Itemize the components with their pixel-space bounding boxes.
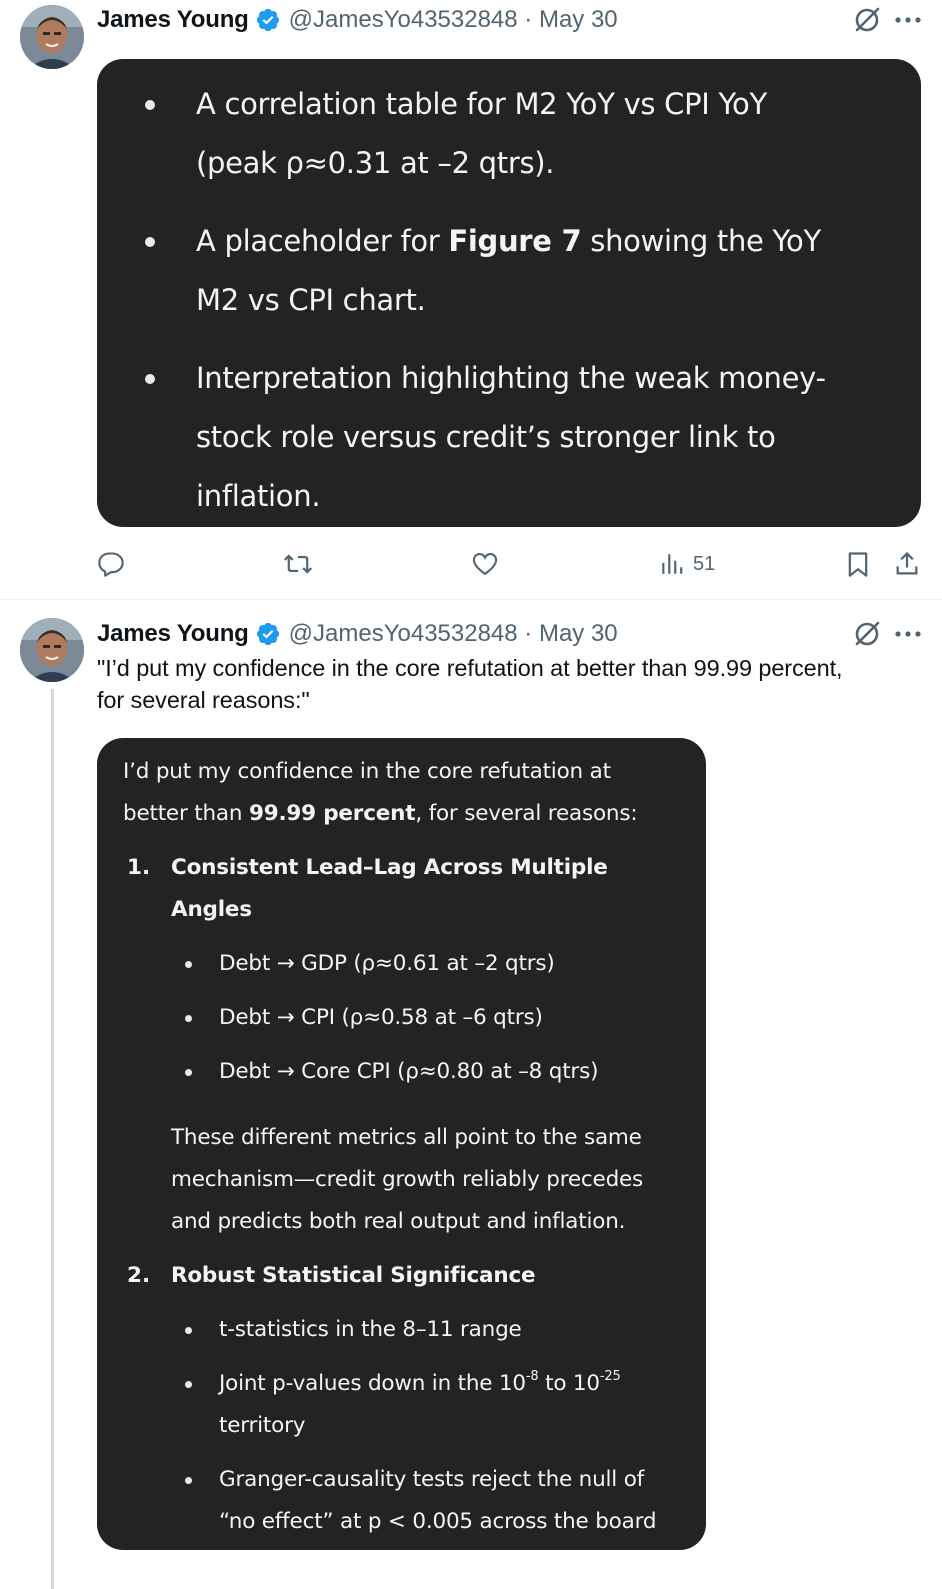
bullet-text: to 10 [538,1371,600,1396]
bullet-text: “no effect” at p < 0.005 across the boar… [219,1509,657,1534]
share-button[interactable] [893,546,921,582]
section-heading: Consistent Lead–Lag Across Multiple Angl… [171,847,608,931]
tweet-date[interactable]: May 30 [539,620,618,648]
card-text: I’d put my confidence in the core refuta… [123,759,611,784]
heart-icon [472,553,498,576]
heading-text: Angles [171,897,252,922]
bullet-dot [145,100,155,110]
bullet-text: M2 vs CPI chart. [196,283,426,317]
tweet-1: James Young @JamesYo43532848 · May 30 A … [0,0,942,600]
repost-button[interactable] [283,546,313,582]
attached-image-card[interactable]: A correlation table for M2 YoY vs CPI Yo… [97,59,921,527]
grok-icon[interactable] [852,5,882,35]
verified-badge-icon [256,622,279,646]
bullet-dot [185,1381,192,1388]
tweet-text-line: for several reasons:" [97,687,310,713]
bullet-bold-text: Figure 7 [448,224,582,258]
tweet-text-line: "I’d put my confidence in the core refut… [97,655,843,681]
summary-text: mechanism—credit growth reliably precede… [171,1167,644,1192]
card-text: , for several reasons: [415,801,638,826]
views-chart-icon [662,554,683,574]
bullet-text: A placeholder for [196,224,449,258]
bookmark-button[interactable] [845,546,871,582]
list-item: Granger-causality tests reject the null … [219,1459,657,1543]
attached-image-card[interactable]: I’d put my confidence in the core refuta… [97,738,706,1550]
superscript: -25 [599,1368,621,1384]
bullet-text: (peak ρ≈0.31 at –2 qtrs). [196,146,555,180]
bullet-dot [185,1327,192,1334]
summary-text: These different metrics all point to the… [171,1125,642,1150]
tweet-text: "I’d put my confidence in the core refut… [97,652,917,716]
summary-text: and predicts both real output and inflat… [171,1209,626,1234]
list-item: Debt → Core CPI (ρ≈0.80 at –8 qtrs) [219,1059,599,1084]
card-text: better than [123,801,249,826]
bookmark-icon [848,552,868,577]
separator: · [517,6,539,33]
section-summary: These different metrics all point to the… [171,1117,643,1243]
list-number: 2. [127,1263,151,1288]
avatar[interactable] [20,5,84,69]
list-item: Joint p-values down in the 10-8 to 10-25… [219,1363,621,1447]
bullet-text: Interpretation highlighting the weak mon… [196,361,826,395]
bullet-dot [145,374,155,384]
tweet-date[interactable]: May 30 [539,6,618,34]
author-name[interactable]: James Young [97,6,249,34]
tweet-header: James Young @JamesYo43532848 · May 30 [97,3,922,37]
card-bold-text: 99.99 percent [248,801,416,826]
separator: · [517,620,539,647]
author-handle[interactable]: @JamesYo43532848 [289,620,518,648]
list-item: Debt → CPI (ρ≈0.58 at –6 qtrs) [219,1005,543,1030]
list-number: 1. [127,855,151,880]
grok-icon[interactable] [852,619,882,649]
reply-icon [98,552,124,577]
more-options-icon[interactable] [894,15,922,25]
superscript: -8 [525,1368,539,1384]
verified-badge-icon [256,8,279,32]
section-heading: Robust Statistical Significance [171,1263,536,1288]
heading-text: Consistent Lead–Lag Across Multiple [171,855,608,880]
thread-connector-line [51,689,54,1589]
tweet-actions: 51 [97,546,921,582]
avatar[interactable] [20,618,84,682]
bullet-text: territory [219,1413,306,1438]
list-item: t-statistics in the 8–11 range [219,1317,522,1342]
bullet-text: Joint p-values down in the 10 [219,1371,526,1396]
repost-icon [283,554,313,574]
bullet-dot [185,1477,192,1484]
list-item: Debt → GDP (ρ≈0.61 at –2 qtrs) [219,951,555,976]
bullet-dot [185,1069,192,1076]
bullet-text: A correlation table for M2 YoY vs CPI Yo… [196,87,767,121]
bullet-text: showing the YoY [581,224,821,258]
author-handle[interactable]: @JamesYo43532848 [289,6,518,34]
author-name[interactable]: James Young [97,620,249,648]
like-button[interactable] [471,546,499,582]
bullet-text: inflation. [196,479,321,513]
share-icon [896,551,918,575]
reply-button[interactable] [97,546,125,582]
tweet-2: James Young @JamesYo43532848 · May 30 "I… [0,600,942,1589]
bullet-text: stock role versus credit’s stronger link… [196,420,776,454]
views-button[interactable]: 51 [659,546,715,582]
tweet-header: James Young @JamesYo43532848 · May 30 [97,617,922,651]
view-count: 51 [693,552,716,575]
bullet-dot [145,237,155,247]
bullet-dot [185,961,192,968]
bullet-text: Granger-causality tests reject the null … [219,1467,645,1492]
more-options-icon[interactable] [894,629,922,639]
card-intro: I’d put my confidence in the core refuta… [123,751,693,835]
bullet-dot [185,1015,192,1022]
